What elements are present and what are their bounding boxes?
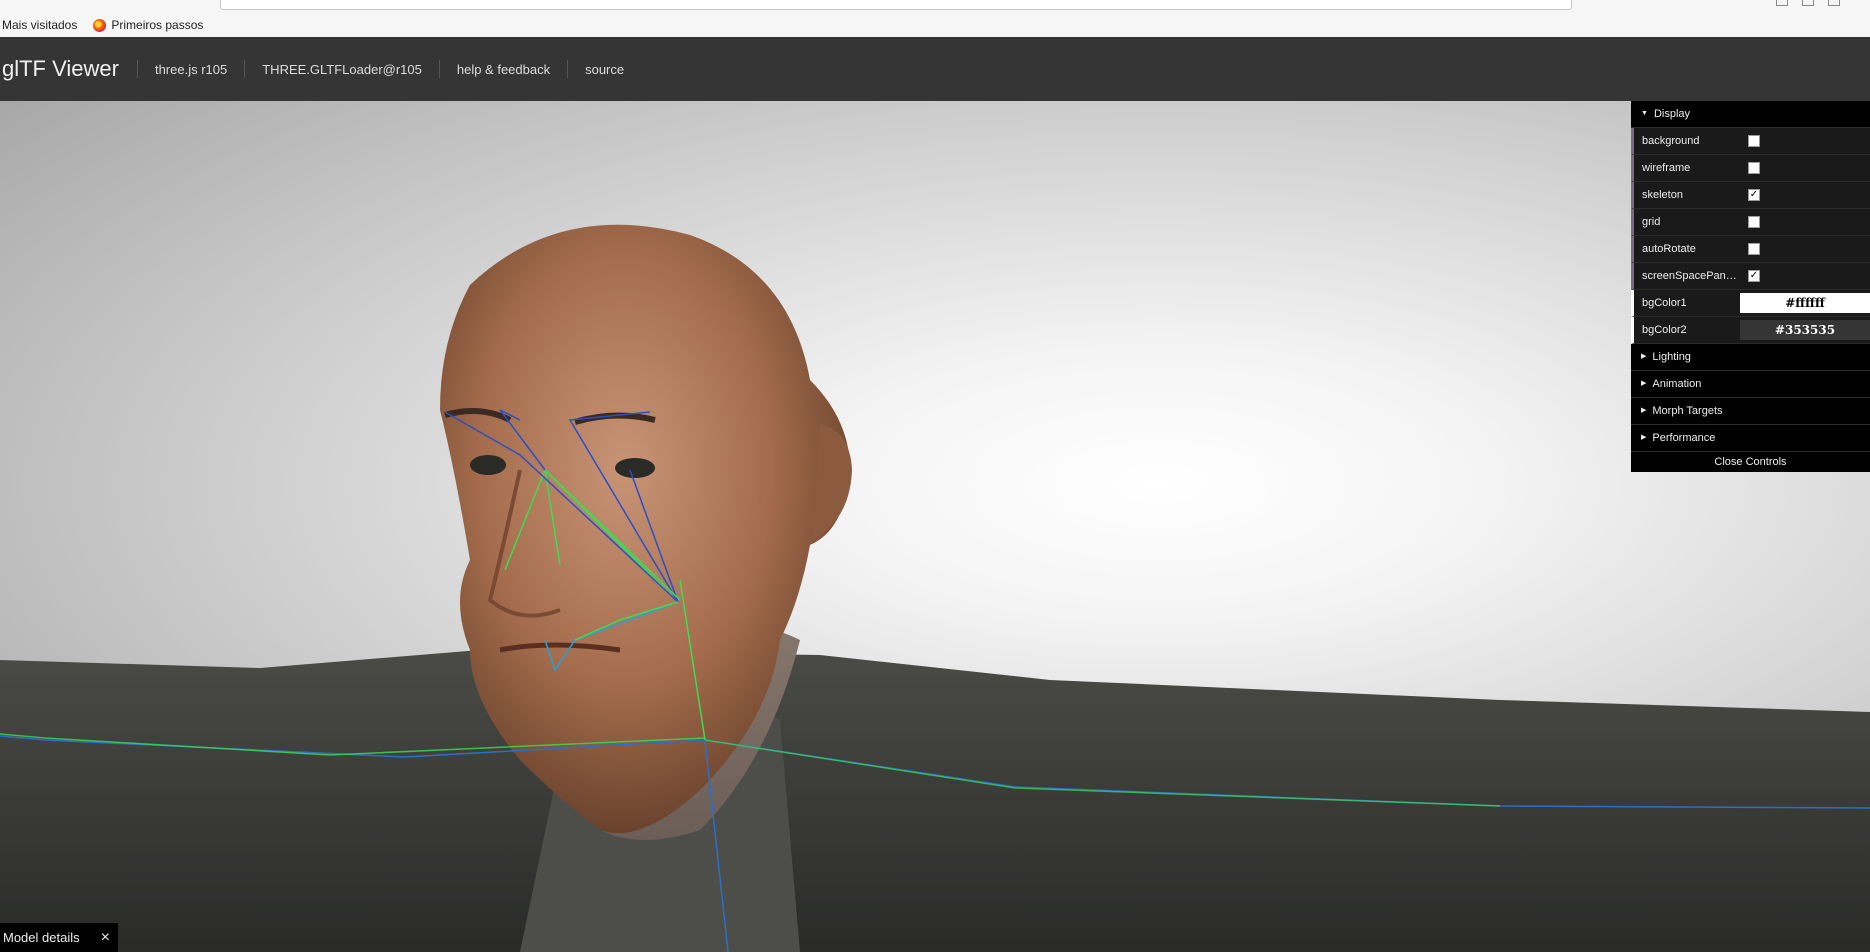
nav-link-help[interactable]: help & feedback <box>438 60 567 78</box>
triangle-right-icon: ▶ <box>1641 380 1647 387</box>
folder-morph-targets[interactable]: ▶ Morph Targets <box>1631 398 1870 425</box>
screenspacepan-checkbox[interactable]: ✓ <box>1748 270 1760 282</box>
control-bgcolor1: bgColor1 #ffffff <box>1631 290 1870 317</box>
browser-toolbar: Mais visitados Primeiros passos <box>0 0 1870 38</box>
3d-viewport[interactable] <box>0 101 1870 952</box>
close-controls-button[interactable]: Close Controls <box>1631 452 1870 472</box>
folder-performance[interactable]: ▶ Performance <box>1631 425 1870 452</box>
skeleton-checkbox[interactable]: ✓ <box>1748 189 1760 201</box>
app-title: glTF Viewer <box>2 56 119 81</box>
triangle-right-icon: ▶ <box>1641 407 1647 414</box>
model-details-label: Model details <box>3 930 80 945</box>
control-label: bgColor2 <box>1642 324 1687 336</box>
grid-checkbox[interactable] <box>1748 216 1760 228</box>
control-screenspacepan: screenSpacePan… ✓ <box>1631 263 1870 290</box>
control-bgcolor2: bgColor2 #353535 <box>1631 317 1870 344</box>
bookmark-label: Primeiros passos <box>111 18 204 32</box>
control-label: autoRotate <box>1642 243 1696 255</box>
bookmark-primeiros-passos[interactable]: Primeiros passos <box>93 18 203 32</box>
control-label: grid <box>1642 216 1661 228</box>
folder-display[interactable]: ▼ Display <box>1631 101 1870 128</box>
sidebar-icon[interactable] <box>1802 0 1814 6</box>
app-header: glTF Viewer three.js r105 THREE.GLTFLoad… <box>0 37 1870 101</box>
model-render <box>0 224 1870 952</box>
nav-link-threejs[interactable]: three.js r105 <box>136 60 244 78</box>
control-label: bgColor1 <box>1642 297 1687 309</box>
nav-link-gltfloader[interactable]: THREE.GLTFLoader@r105 <box>244 60 439 78</box>
control-label: skeleton <box>1642 189 1683 201</box>
control-label: screenSpacePan… <box>1642 270 1737 282</box>
control-label: background <box>1642 135 1700 147</box>
bookmark-label: Mais visitados <box>2 18 78 32</box>
autorotate-checkbox[interactable] <box>1748 243 1760 255</box>
triangle-down-icon: ▼ <box>1641 110 1648 117</box>
folder-animation[interactable]: ▶ Animation <box>1631 371 1870 398</box>
url-bar[interactable] <box>220 0 1572 10</box>
bgcolor1-swatch[interactable]: #ffffff <box>1740 293 1870 313</box>
folder-lighting[interactable]: ▶ Lighting <box>1631 344 1870 371</box>
nav-link-source[interactable]: source <box>567 60 641 78</box>
close-icon[interactable]: × <box>101 929 110 947</box>
folder-label: Animation <box>1652 378 1702 390</box>
wireframe-checkbox[interactable] <box>1748 162 1760 174</box>
bookmark-mais-visitados[interactable]: Mais visitados <box>2 18 77 32</box>
library-icon[interactable] <box>1776 0 1788 6</box>
control-skeleton: skeleton ✓ <box>1631 182 1870 209</box>
model-details-panel[interactable]: Model details × <box>0 923 118 952</box>
folder-label: Lighting <box>1652 351 1691 363</box>
firefox-icon <box>93 18 107 32</box>
eye-left <box>470 455 506 475</box>
triangle-right-icon: ▶ <box>1641 353 1647 360</box>
triangle-right-icon: ▶ <box>1641 434 1647 441</box>
control-grid: grid <box>1631 209 1870 236</box>
window-buttons <box>1776 0 1840 6</box>
menu-icon[interactable] <box>1828 0 1840 6</box>
controls-panel: ▼ Display background wireframe skeleton … <box>1631 101 1870 472</box>
control-label: wireframe <box>1642 162 1691 174</box>
control-background: background <box>1631 128 1870 155</box>
jacket-mesh <box>0 650 1870 952</box>
eye-right <box>615 458 655 478</box>
bgcolor2-swatch[interactable]: #353535 <box>1740 320 1870 340</box>
control-wireframe: wireframe <box>1631 155 1870 182</box>
folder-label: Morph Targets <box>1652 405 1723 417</box>
bookmarks-bar: Mais visitados Primeiros passos <box>0 15 217 35</box>
folder-label: Performance <box>1652 432 1716 444</box>
background-checkbox[interactable] <box>1748 135 1760 147</box>
folder-label: Display <box>1653 108 1691 120</box>
control-autorotate: autoRotate <box>1631 236 1870 263</box>
